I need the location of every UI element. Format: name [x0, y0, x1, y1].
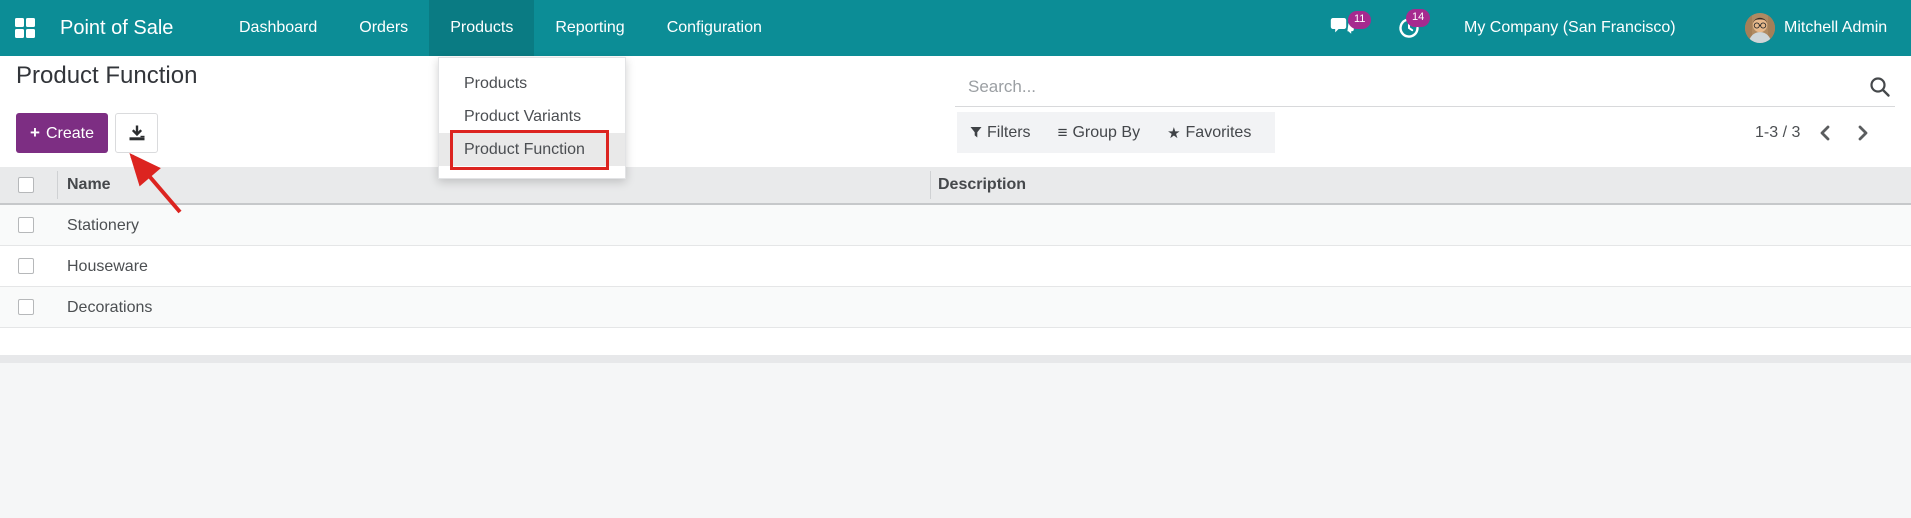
messages-badge: 11: [1348, 11, 1372, 29]
menu-configuration[interactable]: Configuration: [646, 0, 783, 56]
favorites-star-icon: ★: [1167, 124, 1181, 142]
user-avatar[interactable]: [1745, 13, 1775, 43]
top-navbar: Point of Sale Dashboard Orders Products …: [0, 0, 1911, 56]
filter-funnel-icon: [970, 126, 982, 139]
column-header-description[interactable]: Description: [938, 167, 1026, 203]
pager-previous-icon[interactable]: [1809, 118, 1839, 148]
column-header-name[interactable]: Name: [67, 167, 111, 203]
app-name[interactable]: Point of Sale: [60, 0, 173, 56]
favorites-label: Favorites: [1185, 123, 1252, 141]
search-icon[interactable]: [1869, 76, 1893, 100]
row-checkbox[interactable]: [18, 299, 34, 315]
menu-orders[interactable]: Orders: [338, 0, 429, 56]
plus-icon: +: [30, 123, 40, 142]
filters-label: Filters: [987, 123, 1031, 141]
column-separator: [930, 171, 931, 199]
export-button[interactable]: [115, 113, 158, 153]
content-bottom-edge: [0, 355, 1911, 363]
row-checkbox[interactable]: [18, 258, 34, 274]
menu-products[interactable]: Products: [429, 0, 535, 56]
main-menu: Dashboard Orders Products Reporting Conf…: [218, 0, 783, 56]
dropdown-item-products[interactable]: Products: [439, 67, 625, 100]
table-row[interactable]: Houseware: [0, 246, 1911, 287]
odoo-screen: Point of Sale Dashboard Orders Products …: [0, 0, 1911, 518]
pager-next-icon[interactable]: [1848, 118, 1878, 148]
search-input[interactable]: [955, 68, 1855, 106]
search-bar: [955, 68, 1895, 107]
activities-button[interactable]: 14: [1394, 0, 1438, 56]
table-row[interactable]: Stationery: [0, 205, 1911, 246]
favorites-button[interactable]: ★ Favorites: [1167, 124, 1251, 142]
row-name-cell[interactable]: Stationery: [67, 205, 139, 246]
menu-reporting[interactable]: Reporting: [534, 0, 645, 56]
row-checkbox[interactable]: [18, 217, 34, 233]
pager: 1-3 / 3: [1755, 112, 1878, 153]
column-separator: [57, 171, 58, 199]
dropdown-item-product-variants[interactable]: Product Variants: [439, 100, 625, 133]
page-background: [0, 363, 1911, 518]
activities-badge: 14: [1406, 9, 1431, 27]
create-button[interactable]: + Create: [16, 113, 108, 153]
group-by-icon: ≡: [1057, 122, 1068, 142]
messages-button[interactable]: 11: [1326, 0, 1372, 56]
create-button-label: Create: [45, 125, 94, 142]
pager-range[interactable]: 1-3 / 3: [1755, 124, 1800, 142]
group-by-button[interactable]: ≡ Group By: [1058, 123, 1141, 143]
user-menu[interactable]: Mitchell Admin: [1784, 0, 1887, 56]
company-switcher[interactable]: My Company (San Francisco): [1464, 0, 1676, 56]
dropdown-item-product-function[interactable]: Product Function: [439, 133, 625, 166]
group-by-label: Group By: [1072, 123, 1141, 141]
select-all-checkbox[interactable]: [18, 177, 34, 193]
row-name-cell[interactable]: Houseware: [67, 246, 148, 287]
table-row[interactable]: Decorations: [0, 287, 1911, 328]
page-title: Product Function: [16, 62, 198, 89]
filters-button[interactable]: Filters: [970, 124, 1031, 142]
products-dropdown-menu: Products Product Variants Product Functi…: [438, 57, 626, 179]
apps-grid-icon[interactable]: [14, 17, 36, 39]
row-name-cell[interactable]: Decorations: [67, 287, 152, 328]
table-header: Name Description: [0, 167, 1911, 205]
menu-dashboard[interactable]: Dashboard: [218, 0, 338, 56]
search-options-bar: Filters ≡ Group By ★ Favorites: [957, 112, 1275, 153]
avatar-photo: [1745, 13, 1775, 43]
download-icon: [129, 125, 145, 141]
